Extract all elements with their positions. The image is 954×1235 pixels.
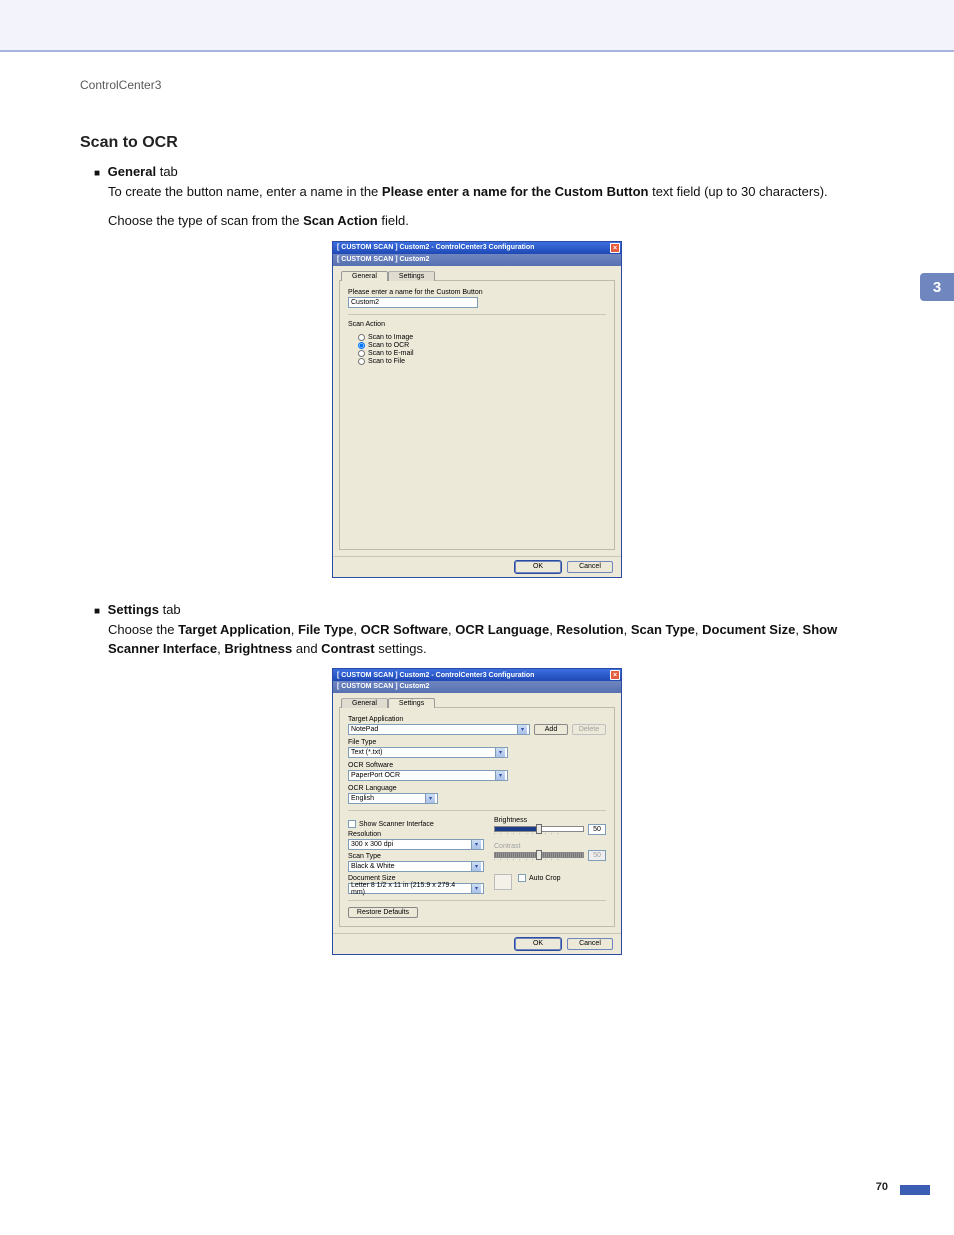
custom-name-label: Please enter a name for the Custom Butto…: [348, 289, 606, 296]
delete-button: Delete: [572, 724, 606, 735]
ok-button[interactable]: OK: [515, 561, 561, 573]
chevron-down-icon: ▾: [471, 862, 481, 871]
dialog-general: [ CUSTOM SCAN ] Custom2 - ControlCenter3…: [332, 241, 622, 578]
ocr-language-label: OCR Language: [348, 785, 606, 792]
dialog-titlebar[interactable]: [ CUSTOM SCAN ] Custom2 - ControlCenter3…: [333, 242, 621, 254]
breadcrumb: ControlCenter3: [80, 78, 874, 92]
chevron-down-icon: ▾: [517, 725, 527, 734]
file-type-label: File Type: [348, 739, 606, 746]
paragraph-2: Choose the type of scan from the Scan Ac…: [108, 212, 874, 231]
ocr-software-label: OCR Software: [348, 762, 606, 769]
chevron-down-icon: ▾: [495, 771, 505, 780]
tab-settings[interactable]: Settings: [388, 271, 435, 281]
cancel-button[interactable]: Cancel: [567, 938, 613, 950]
page-number: 70: [876, 1181, 888, 1193]
ocr-software-select[interactable]: PaperPort OCR▾: [348, 770, 508, 781]
dialog-titlebar[interactable]: [ CUSTOM SCAN ] Custom2 - ControlCenter3…: [333, 669, 621, 681]
brightness-value[interactable]: 50: [588, 824, 606, 835]
dialog-subtitle: [ CUSTOM SCAN ] Custom2: [333, 681, 621, 693]
auto-crop-checkbox[interactable]: Auto Crop: [518, 874, 561, 882]
top-accent-bar: [0, 0, 954, 52]
close-icon[interactable]: ×: [610, 243, 620, 253]
ok-button[interactable]: OK: [515, 938, 561, 950]
scan-type-label: Scan Type: [348, 853, 484, 860]
document-size-select[interactable]: Letter 8 1/2 x 11 in (215.9 x 279.4 mm)▾: [348, 883, 484, 894]
tab-settings[interactable]: Settings: [388, 698, 435, 708]
dialog-title: [ CUSTOM SCAN ] Custom2 - ControlCenter3…: [337, 244, 534, 251]
custom-name-input[interactable]: [348, 297, 478, 308]
contrast-label: Contrast: [494, 843, 606, 850]
bullet-settings: ■ Settings tab: [94, 602, 874, 617]
dialog-title: [ CUSTOM SCAN ] Custom2 - ControlCenter3…: [337, 672, 534, 679]
contrast-value: 50: [588, 850, 606, 861]
restore-defaults-button[interactable]: Restore Defaults: [348, 907, 418, 918]
chevron-down-icon: ▾: [425, 794, 435, 803]
close-icon[interactable]: ×: [610, 670, 620, 680]
preview-icon: [494, 874, 512, 890]
contrast-slider: [494, 852, 584, 858]
paragraph-1: To create the button name, enter a name …: [108, 183, 874, 202]
tab-general[interactable]: General: [341, 698, 388, 708]
scan-type-select[interactable]: Black & White▾: [348, 861, 484, 872]
show-scanner-checkbox[interactable]: Show Scanner Interface: [348, 820, 484, 828]
chevron-down-icon: ▾: [471, 884, 481, 893]
file-type-select[interactable]: Text (*.txt)▾: [348, 747, 508, 758]
bullet-icon: ■: [94, 606, 100, 617]
radio-scan-ocr[interactable]: Scan to OCR: [358, 342, 606, 349]
add-button[interactable]: Add: [534, 724, 568, 735]
resolution-label: Resolution: [348, 831, 484, 838]
ocr-language-select[interactable]: English▾: [348, 793, 438, 804]
cancel-button[interactable]: Cancel: [567, 561, 613, 573]
section-tab: 3: [920, 273, 954, 301]
bullet-icon: ■: [94, 168, 100, 179]
chevron-down-icon: ▾: [471, 840, 481, 849]
target-app-label: Target Application: [348, 716, 606, 723]
page-accent-bar: [900, 1185, 930, 1195]
radio-scan-email[interactable]: Scan to E-mail: [358, 350, 606, 357]
radio-scan-image[interactable]: Scan to Image: [358, 334, 606, 341]
paragraph-3: Choose the Target Application, File Type…: [108, 621, 874, 659]
page-title: Scan to OCR: [80, 134, 874, 152]
brightness-slider[interactable]: [494, 826, 584, 832]
scan-action-label: Scan Action: [348, 321, 606, 328]
chevron-down-icon: ▾: [495, 748, 505, 757]
tab-general[interactable]: General: [341, 271, 388, 281]
resolution-select[interactable]: 300 x 300 dpi▾: [348, 839, 484, 850]
bullet-general: ■ General tab: [94, 164, 874, 179]
dialog-settings: [ CUSTOM SCAN ] Custom2 - ControlCenter3…: [332, 668, 622, 955]
dialog-subtitle: [ CUSTOM SCAN ] Custom2: [333, 254, 621, 266]
brightness-label: Brightness: [494, 817, 606, 824]
radio-scan-file[interactable]: Scan to File: [358, 358, 606, 365]
target-app-select[interactable]: NotePad▾: [348, 724, 530, 735]
